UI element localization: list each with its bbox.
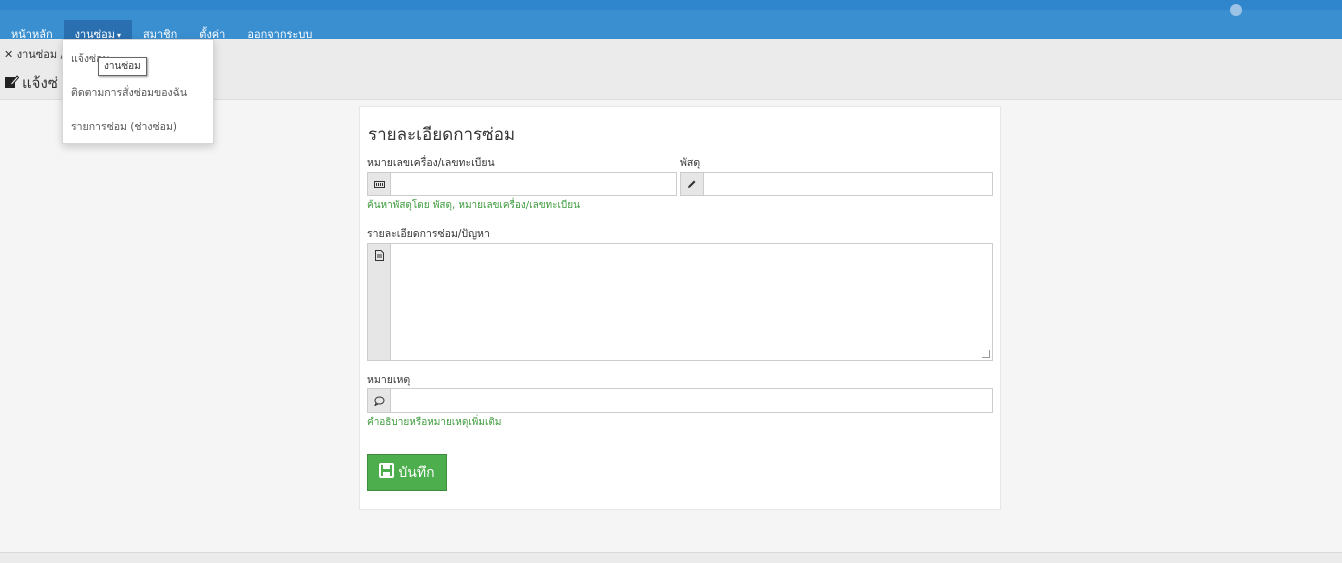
note-help-text: คำอธิบายหรือหมายเหตุเพิ่มเติม [367,417,502,428]
dropdown-item-track-orders[interactable]: ติดตามการสั่งซ่อมของฉัน [71,84,187,101]
barcode-icon [368,173,391,195]
status-indicator [1230,4,1242,16]
floppy-disk-icon [379,463,395,482]
tooltip: งานซ่อม [98,57,147,76]
parcel-label: พัสดุ [680,157,701,169]
save-button-label: บันทึก [398,464,435,481]
detail-textarea[interactable] [391,244,992,360]
repair-form-card: รายละเอียดการซ่อม หมายเลขเครื่อง/เลขทะเบ… [359,106,1001,510]
detail-label: รายละเอียดการซ่อม/ปัญหา [367,228,490,240]
note-input[interactable] [391,389,992,412]
breadcrumb-link[interactable]: งานซ่อม / [17,48,65,61]
edit-icon [4,74,20,93]
note-input-group [367,388,993,413]
device-input-group [367,172,677,196]
parcel-input-group [680,172,993,196]
form-title: รายละเอียดการซ่อม [368,125,516,145]
pencil-icon [681,173,704,195]
note-label: หมายเหตุ [367,374,411,386]
wrench-icon: ✕ [4,48,14,61]
parcel-input[interactable] [704,173,992,195]
resize-handle-icon[interactable] [982,350,990,358]
top-navbar: หน้าหลัก งานซ่อม ▾ สมาชิก ตั้งค่า ออกจากร… [0,0,1342,49]
save-button[interactable]: บันทึก [367,454,447,491]
dropdown-item-repair-list[interactable]: รายการซ่อม (ช่างซ่อม) [71,118,177,135]
device-number-input[interactable] [391,173,676,195]
page-title: แจ้งซ่ [4,71,58,95]
repair-dropdown-menu: แจ้งซ่อม ติดตามการสั่งซ่อมของฉัน รายการซ… [62,39,214,144]
device-help-text: ค้นหาพัสดุโดย พัสดุ, หมายเลขเครื่อง/เลขท… [367,200,580,211]
device-label: หมายเลขเครื่อง/เลขทะเบียน [367,157,495,169]
breadcrumb: ✕ งานซ่อม / [4,45,64,63]
file-icon [368,244,391,360]
footer [0,552,1342,563]
page-title-text: แจ้งซ่ [22,74,58,92]
comment-icon [368,389,391,412]
detail-textarea-group [367,243,993,361]
